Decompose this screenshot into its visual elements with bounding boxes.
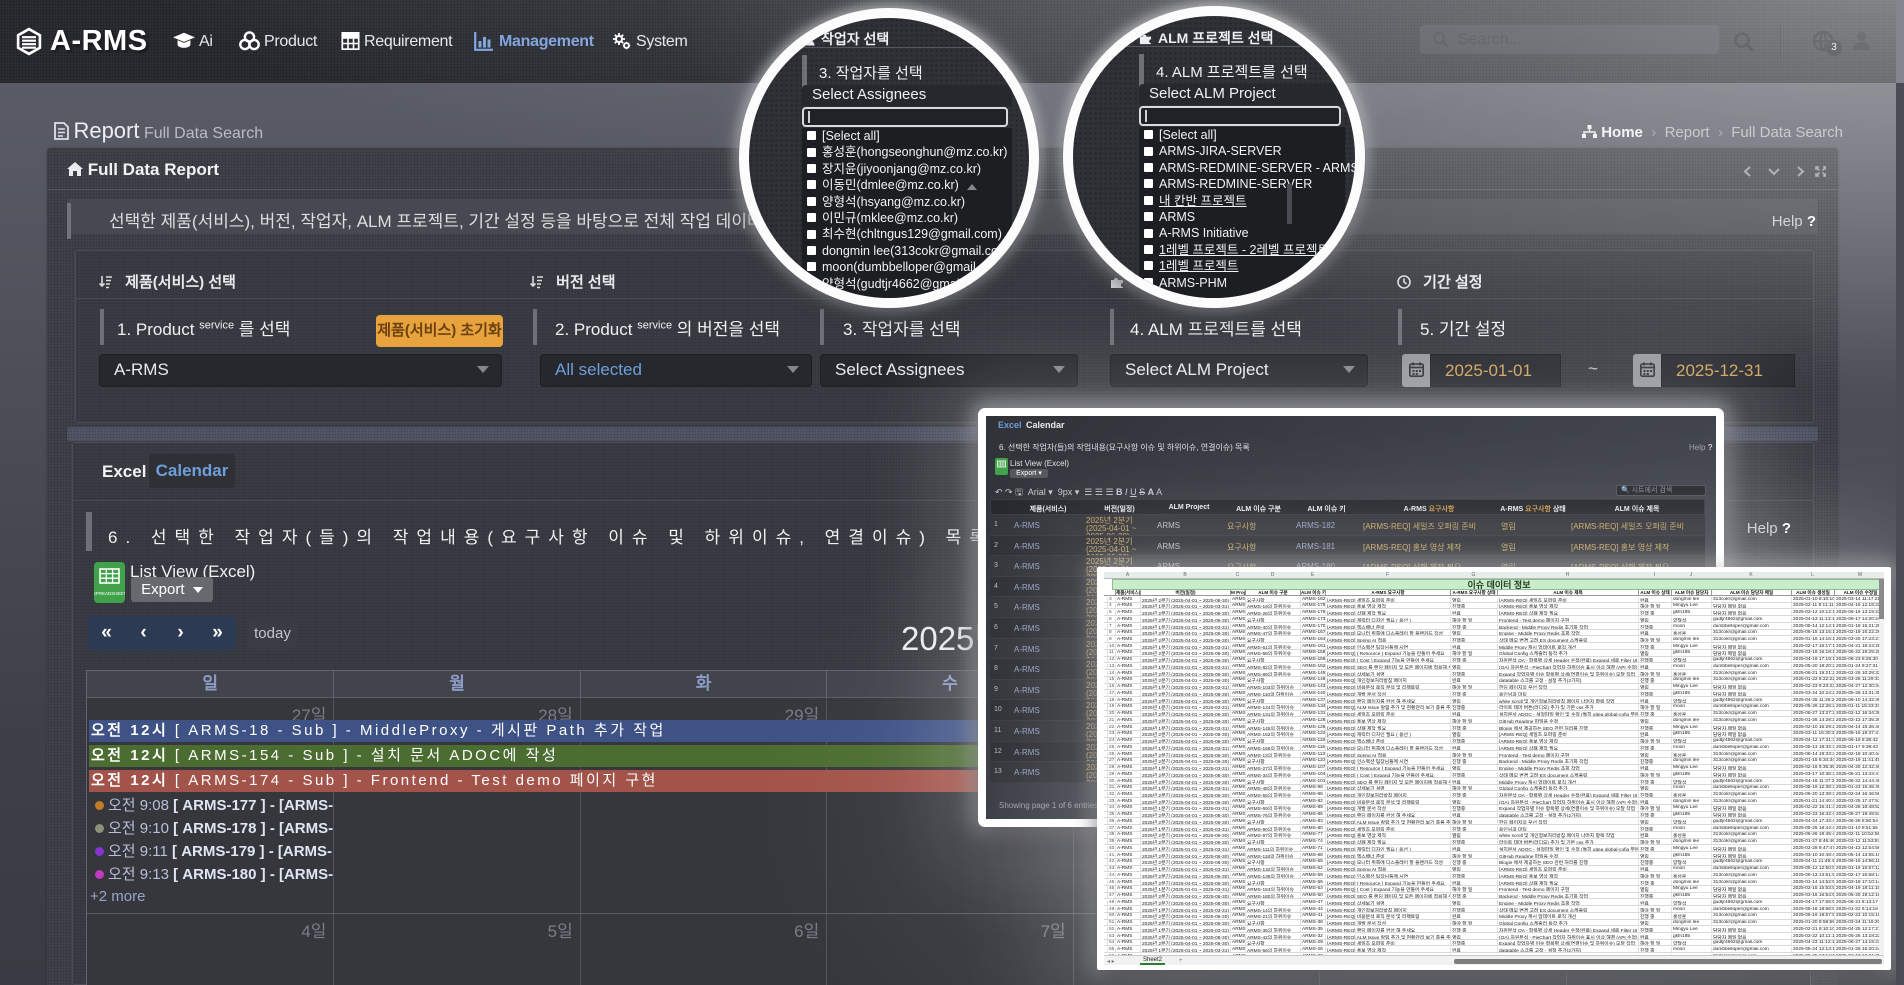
svg-text:SPREADSHEET: SPREADSHEET xyxy=(94,591,125,596)
